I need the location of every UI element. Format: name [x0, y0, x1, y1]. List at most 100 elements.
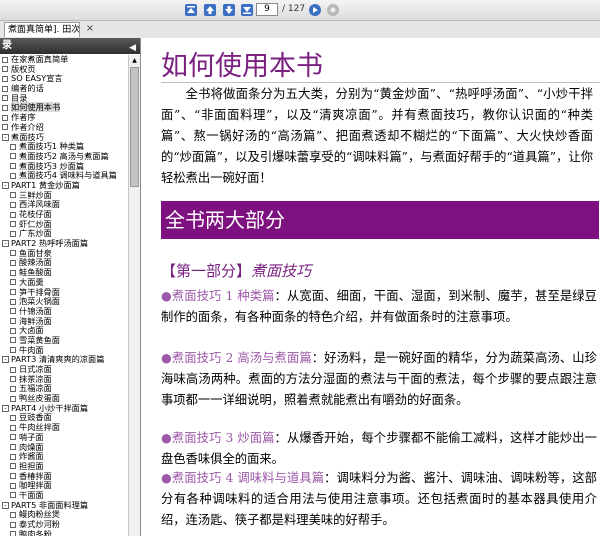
collapse-toggle-icon[interactable]: -	[2, 133, 9, 141]
bookmarks-sidebar: 录 ◀ 在家煮面真简单 版权页 SO EASY宣言 编者的话 目录 如何使用本书 作者序 作者…	[0, 38, 141, 536]
scrollbar-thumb[interactable]	[130, 67, 139, 187]
page-icon	[10, 521, 16, 528]
bookmark-label: 花枝仔面	[19, 209, 52, 219]
bookmark-label: 担担面	[19, 460, 44, 471]
page-icon	[10, 298, 16, 305]
document-tabstrip: 煮面真简单]. 田次枝... ×	[0, 21, 600, 39]
sidebar-scrollbar[interactable]: ▲	[128, 55, 140, 536]
page-icon	[10, 318, 16, 325]
go-to-page-icon[interactable]	[308, 3, 322, 17]
bookmark-label: 虾仁炒面	[19, 218, 52, 229]
bookmark-label: 三鲜炒面	[19, 189, 52, 200]
page-icon	[2, 95, 8, 102]
bookmark-label: 如何使用本书	[11, 102, 61, 113]
technique-label: 煮面技巧 4 调味料与道具篇	[171, 471, 325, 485]
technique-label: 煮面技巧 2 高汤与煮面篇	[171, 351, 312, 365]
sidebar-header: 录 ◀	[0, 38, 140, 54]
page-icon	[2, 104, 8, 111]
bookmark-label: 鸭肉冬粉	[19, 528, 52, 536]
collapse-toggle-icon[interactable]: -	[2, 240, 9, 248]
page-icon	[10, 492, 16, 499]
page-icon	[10, 221, 16, 228]
bookmark-label: 笋干排骨面	[19, 286, 60, 297]
sidebar-title: 录	[2, 40, 12, 51]
bookmark-label: 哨子面	[19, 431, 44, 442]
page-icon	[10, 172, 16, 179]
bookmark-label: 大面羹	[19, 276, 44, 287]
document-tab[interactable]: 煮面真简单]. 田次枝...	[4, 22, 80, 37]
page-icon	[10, 434, 16, 441]
page-icon	[10, 395, 16, 402]
bookmark-label: 作者序	[11, 112, 36, 123]
page-icon	[10, 143, 16, 150]
page-icon	[10, 269, 16, 276]
page-icon	[10, 385, 16, 392]
next-page-icon[interactable]	[222, 3, 236, 17]
bookmark-label: 广东炒面	[19, 228, 52, 239]
bookmark-label: 干面面	[19, 489, 44, 500]
bookmark-label: 牛肉面	[19, 344, 44, 355]
page-icon	[2, 114, 8, 121]
page-icon	[10, 259, 16, 266]
bookmark-label: 炸酱面	[19, 451, 44, 462]
bookmark-label: 海鲜汤面	[19, 315, 52, 326]
bookmark-label: PART4 小炒干拌面篇	[11, 402, 89, 413]
bookmark-label: 煮面技巧2 高汤与煮面篇	[19, 150, 109, 161]
bookmark-label: 泰式炒河粉	[19, 519, 60, 529]
bookmark-label: 抹茶凉面	[19, 373, 52, 384]
section-heading: 【第一部分】煮面技巧	[161, 260, 311, 281]
bookmark-label: 大卤面	[19, 325, 44, 336]
bookmark-label: 煮面技巧3 炒面篇	[19, 160, 85, 171]
collapse-toggle-icon[interactable]: -	[2, 356, 9, 364]
collapse-sidebar-icon[interactable]: ◀	[129, 40, 136, 56]
bookmark-label: 香椿拌面	[19, 470, 52, 481]
section-banner: 全书两大部分	[161, 201, 599, 239]
page-icon	[10, 482, 16, 489]
technique-paragraph: ●煮面技巧 3 炒面篇：从爆香开始，每个步骤都不能偷工减料，这样才能炒出一盘色香…	[161, 428, 597, 470]
bookmark-list: 在家煮面真简单 版权页 SO EASY宣言 编者的话 目录 如何使用本书 作者序 作者介绍 - 煮…	[0, 55, 128, 536]
page-icon	[2, 75, 8, 82]
bullet-icon: ●	[161, 351, 172, 365]
bookmark-label: 版权页	[11, 63, 36, 74]
bookmark-label: 什锦汤面	[19, 305, 52, 316]
page-icon	[2, 66, 8, 73]
scroll-up-icon[interactable]: ▲	[129, 55, 140, 66]
bookmark-label: 肉燥面	[19, 441, 44, 452]
page-icon	[2, 85, 8, 92]
page-icon	[10, 444, 16, 450]
section-heading-bracket: 【第一部分】	[161, 262, 252, 280]
page-icon	[2, 56, 8, 63]
page-icon	[10, 511, 16, 518]
page-title: 如何使用本书	[161, 51, 323, 82]
bookmark-item[interactable]: 鸭肉冬粉	[0, 528, 128, 536]
page-icon	[10, 473, 16, 480]
page-icon	[10, 279, 16, 286]
bookmark-label: 五福凉面	[19, 383, 52, 394]
collapse-toggle-icon[interactable]: -	[2, 181, 9, 189]
collapse-toggle-icon[interactable]: -	[2, 404, 9, 412]
section-heading-text: 煮面技巧	[251, 262, 312, 280]
collapse-toggle-icon[interactable]: -	[2, 501, 9, 509]
last-page-icon[interactable]	[240, 3, 254, 17]
bookmark-label: 西洋风味面	[19, 199, 60, 210]
bookmark-label: 煮面技巧4 调味料与道具篇	[19, 170, 117, 181]
technique-label: 煮面技巧 1 种类篇	[171, 289, 275, 303]
bookmark-label: 咖哩拌面	[19, 480, 52, 491]
page-icon	[10, 453, 16, 460]
page-number-input[interactable]	[256, 3, 278, 16]
technique-paragraph: ●煮面技巧 1 种类篇：从宽面、细面，干面、湿面，到米制、魔芋，甚至是绿豆制作的…	[161, 286, 597, 328]
page-icon	[10, 531, 16, 536]
bookmark-label: 编者的话	[11, 83, 44, 94]
bookmark-label: 牛肉丝拌面	[19, 422, 60, 433]
bookmark-label: PART3 清清爽爽的凉面篇	[11, 354, 105, 365]
stop-icon[interactable]	[326, 3, 340, 17]
page-icon	[10, 366, 16, 373]
first-page-icon[interactable]	[184, 3, 198, 17]
page-icon	[10, 308, 16, 315]
page-icon	[10, 327, 16, 334]
previous-page-icon[interactable]	[203, 3, 217, 17]
bookmark-label: PART2 热呼呼汤面篇	[11, 238, 89, 249]
page-icon	[10, 463, 16, 470]
bookmark-label: 鳗肉粉丝煲	[19, 509, 60, 520]
close-tab-icon[interactable]: ×	[84, 23, 96, 35]
